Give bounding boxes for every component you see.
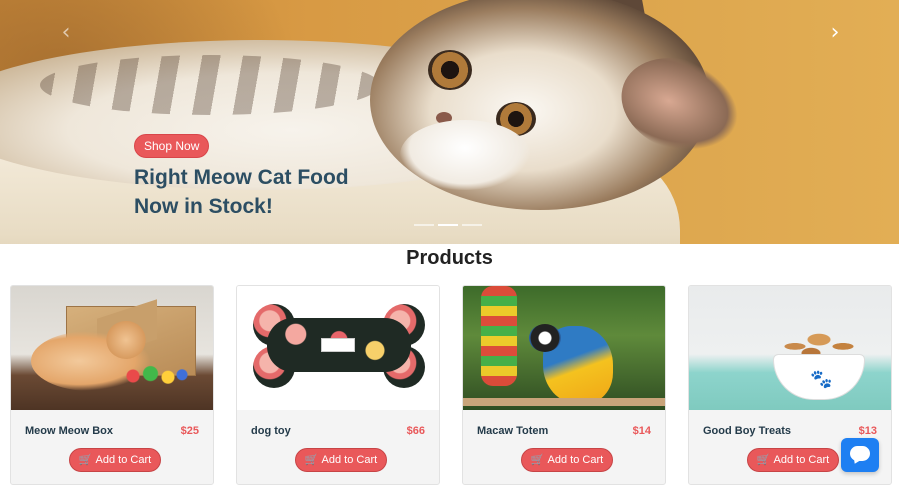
carousel-indicators bbox=[414, 224, 482, 226]
product-card: Macaw Totem $14 🛒 Add to Cart bbox=[462, 285, 666, 485]
product-price: $25 bbox=[180, 425, 199, 437]
hero-carousel: ‹ › Shop Now Right Meow Cat Food Now in … bbox=[0, 0, 899, 244]
carousel-indicator-3[interactable] bbox=[462, 224, 482, 226]
products-heading: Products bbox=[406, 247, 493, 269]
add-to-cart-button[interactable]: 🛒 Add to Cart bbox=[747, 448, 839, 472]
chevron-left-icon[interactable]: ‹ bbox=[55, 22, 77, 44]
product-name: Macaw Totem bbox=[477, 425, 549, 437]
shop-now-button[interactable]: Shop Now bbox=[134, 134, 210, 158]
product-image[interactable]: 🐾 bbox=[689, 286, 891, 410]
chat-button[interactable] bbox=[841, 438, 879, 472]
product-price: $66 bbox=[406, 425, 425, 437]
product-name: Good Boy Treats bbox=[703, 425, 792, 437]
product-card: dog toy $66 🛒 Add to Cart bbox=[236, 285, 440, 485]
product-image[interactable] bbox=[463, 286, 665, 410]
product-name: dog toy bbox=[251, 425, 291, 437]
product-price: $13 bbox=[858, 425, 877, 437]
chevron-right-icon[interactable]: › bbox=[824, 22, 846, 44]
cart-icon: 🛒 bbox=[78, 453, 93, 466]
hero-title: Right Meow Cat Food Now in Stock! bbox=[134, 166, 349, 218]
carousel-indicator-1[interactable] bbox=[414, 224, 434, 226]
carousel-indicator-2[interactable] bbox=[438, 224, 458, 226]
add-to-cart-button[interactable]: 🛒 Add to Cart bbox=[69, 448, 161, 472]
add-to-cart-button[interactable]: 🛒 Add to Cart bbox=[295, 448, 387, 472]
hero-caption: Shop Now Right Meow Cat Food Now in Stoc… bbox=[134, 134, 454, 221]
product-card: Meow Meow Box $25 🛒 Add to Cart bbox=[10, 285, 214, 485]
cart-icon: 🛒 bbox=[304, 453, 319, 466]
paw-icon: 🐾 bbox=[810, 369, 833, 390]
product-name: Meow Meow Box bbox=[25, 425, 114, 437]
add-to-cart-button[interactable]: 🛒 Add to Cart bbox=[521, 448, 613, 472]
product-image[interactable] bbox=[11, 286, 213, 410]
product-price: $14 bbox=[632, 425, 651, 437]
cart-icon: 🛒 bbox=[756, 453, 771, 466]
product-image[interactable] bbox=[237, 286, 439, 410]
cart-icon: 🛒 bbox=[530, 453, 545, 466]
